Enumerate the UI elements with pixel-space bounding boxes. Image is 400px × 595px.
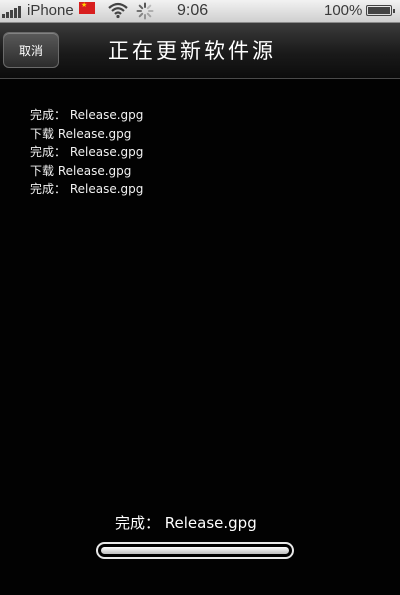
clock: 9:06 xyxy=(177,2,209,19)
cancel-button[interactable]: 取消 xyxy=(3,32,59,68)
signal-icon xyxy=(2,5,21,18)
update-log: 完成： Release.gpg 下载 Release.gpg 完成： Relea… xyxy=(30,106,143,199)
battery-icon xyxy=(366,5,395,16)
screen: iPhone ★ 9:06 100% 取消 正在更新软件源 完成： Releas… xyxy=(0,0,400,595)
current-status-text: 完成： Release.gpg xyxy=(115,514,257,532)
log-line: 完成： Release.gpg xyxy=(30,182,144,196)
page-title: 正在更新软件源 xyxy=(108,39,276,63)
progress-fill xyxy=(101,547,289,554)
nav-bar: 取消 正在更新软件源 xyxy=(0,23,400,79)
wifi-icon xyxy=(107,1,129,23)
log-line: 完成： Release.gpg xyxy=(30,145,144,159)
log-line: 完成： Release.gpg xyxy=(30,108,144,122)
log-line: 下载 Release.gpg xyxy=(30,126,132,141)
battery-percentage: 100% xyxy=(324,2,363,19)
flag-icon xyxy=(79,2,95,14)
carrier-name: iPhone xyxy=(27,2,74,19)
status-bar: iPhone ★ 9:06 100% xyxy=(0,0,400,23)
activity-spinner-icon xyxy=(136,2,154,24)
progress-bar xyxy=(96,542,294,559)
log-line: 下载 Release.gpg xyxy=(30,163,132,178)
